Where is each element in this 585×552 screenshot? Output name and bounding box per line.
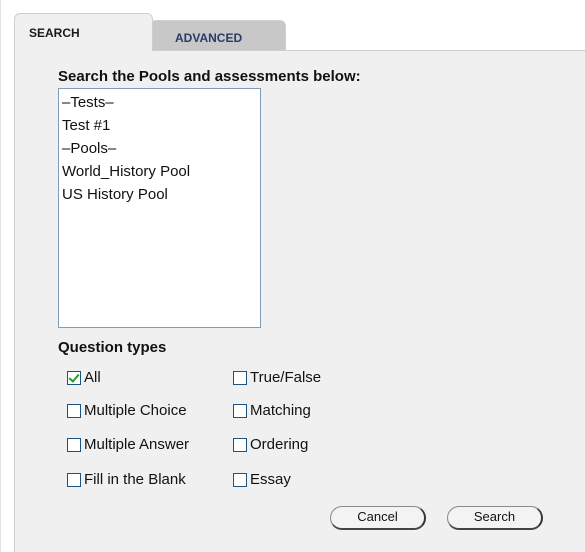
list-option-tests-header[interactable]: –Tests–	[62, 91, 257, 114]
matching-checkbox[interactable]	[233, 403, 247, 418]
list-option-pools-header[interactable]: –Pools–	[62, 137, 257, 160]
question-type-multiple-choice[interactable]: Multiple Choice	[67, 402, 187, 419]
pools-assessments-listbox[interactable]: –Tests– Test #1 –Pools– World_History Po…	[58, 88, 261, 328]
question-type-ordering[interactable]: Ordering	[233, 436, 308, 453]
tab-search-label: SEARCH	[29, 26, 80, 40]
true-false-label: True/False	[250, 369, 322, 386]
ordering-label: Ordering	[250, 436, 309, 453]
multiple-answer-label: Multiple Answer	[84, 436, 190, 453]
tab-advanced-label: ADVANCED	[175, 31, 243, 45]
essay-label: Essay	[250, 471, 291, 488]
question-type-matching[interactable]: Matching	[233, 402, 311, 419]
true-false-checkbox[interactable]	[233, 370, 247, 385]
list-option-test-1[interactable]: Test #1	[62, 114, 257, 137]
question-types-label: Question types	[58, 339, 167, 356]
ordering-checkbox[interactable]	[233, 437, 247, 452]
list-option-world-history-pool[interactable]: World_History Pool	[62, 160, 257, 183]
all-checkbox[interactable]	[67, 370, 81, 385]
search-heading: Search the Pools and assessments below:	[58, 68, 361, 85]
search-dialog: SEARCH ADVANCED Search the Pools and ass…	[0, 0, 585, 552]
question-type-true-false[interactable]: True/False	[233, 369, 321, 386]
left-divider	[0, 0, 1, 552]
list-option-us-history-pool[interactable]: US History Pool	[62, 183, 257, 206]
fill-in-the-blank-checkbox[interactable]	[67, 472, 81, 487]
tab-search[interactable]: SEARCH	[14, 13, 153, 51]
multiple-choice-label: Multiple Choice	[84, 402, 187, 419]
question-type-essay[interactable]: Essay	[233, 471, 291, 488]
cancel-button[interactable]: Cancel	[330, 506, 426, 530]
search-button[interactable]: Search	[447, 506, 543, 530]
question-type-multiple-answer[interactable]: Multiple Answer	[67, 436, 189, 453]
multiple-answer-checkbox[interactable]	[67, 437, 81, 452]
matching-label: Matching	[250, 402, 311, 419]
fill-in-the-blank-label: Fill in the Blank	[84, 471, 186, 488]
question-type-fill-in-the-blank[interactable]: Fill in the Blank	[67, 471, 186, 488]
essay-checkbox[interactable]	[233, 472, 247, 487]
tab-advanced[interactable]: ADVANCED	[150, 20, 286, 50]
multiple-choice-checkbox[interactable]	[67, 403, 81, 418]
all-label: All	[84, 369, 101, 386]
question-type-all[interactable]: All	[67, 369, 101, 386]
